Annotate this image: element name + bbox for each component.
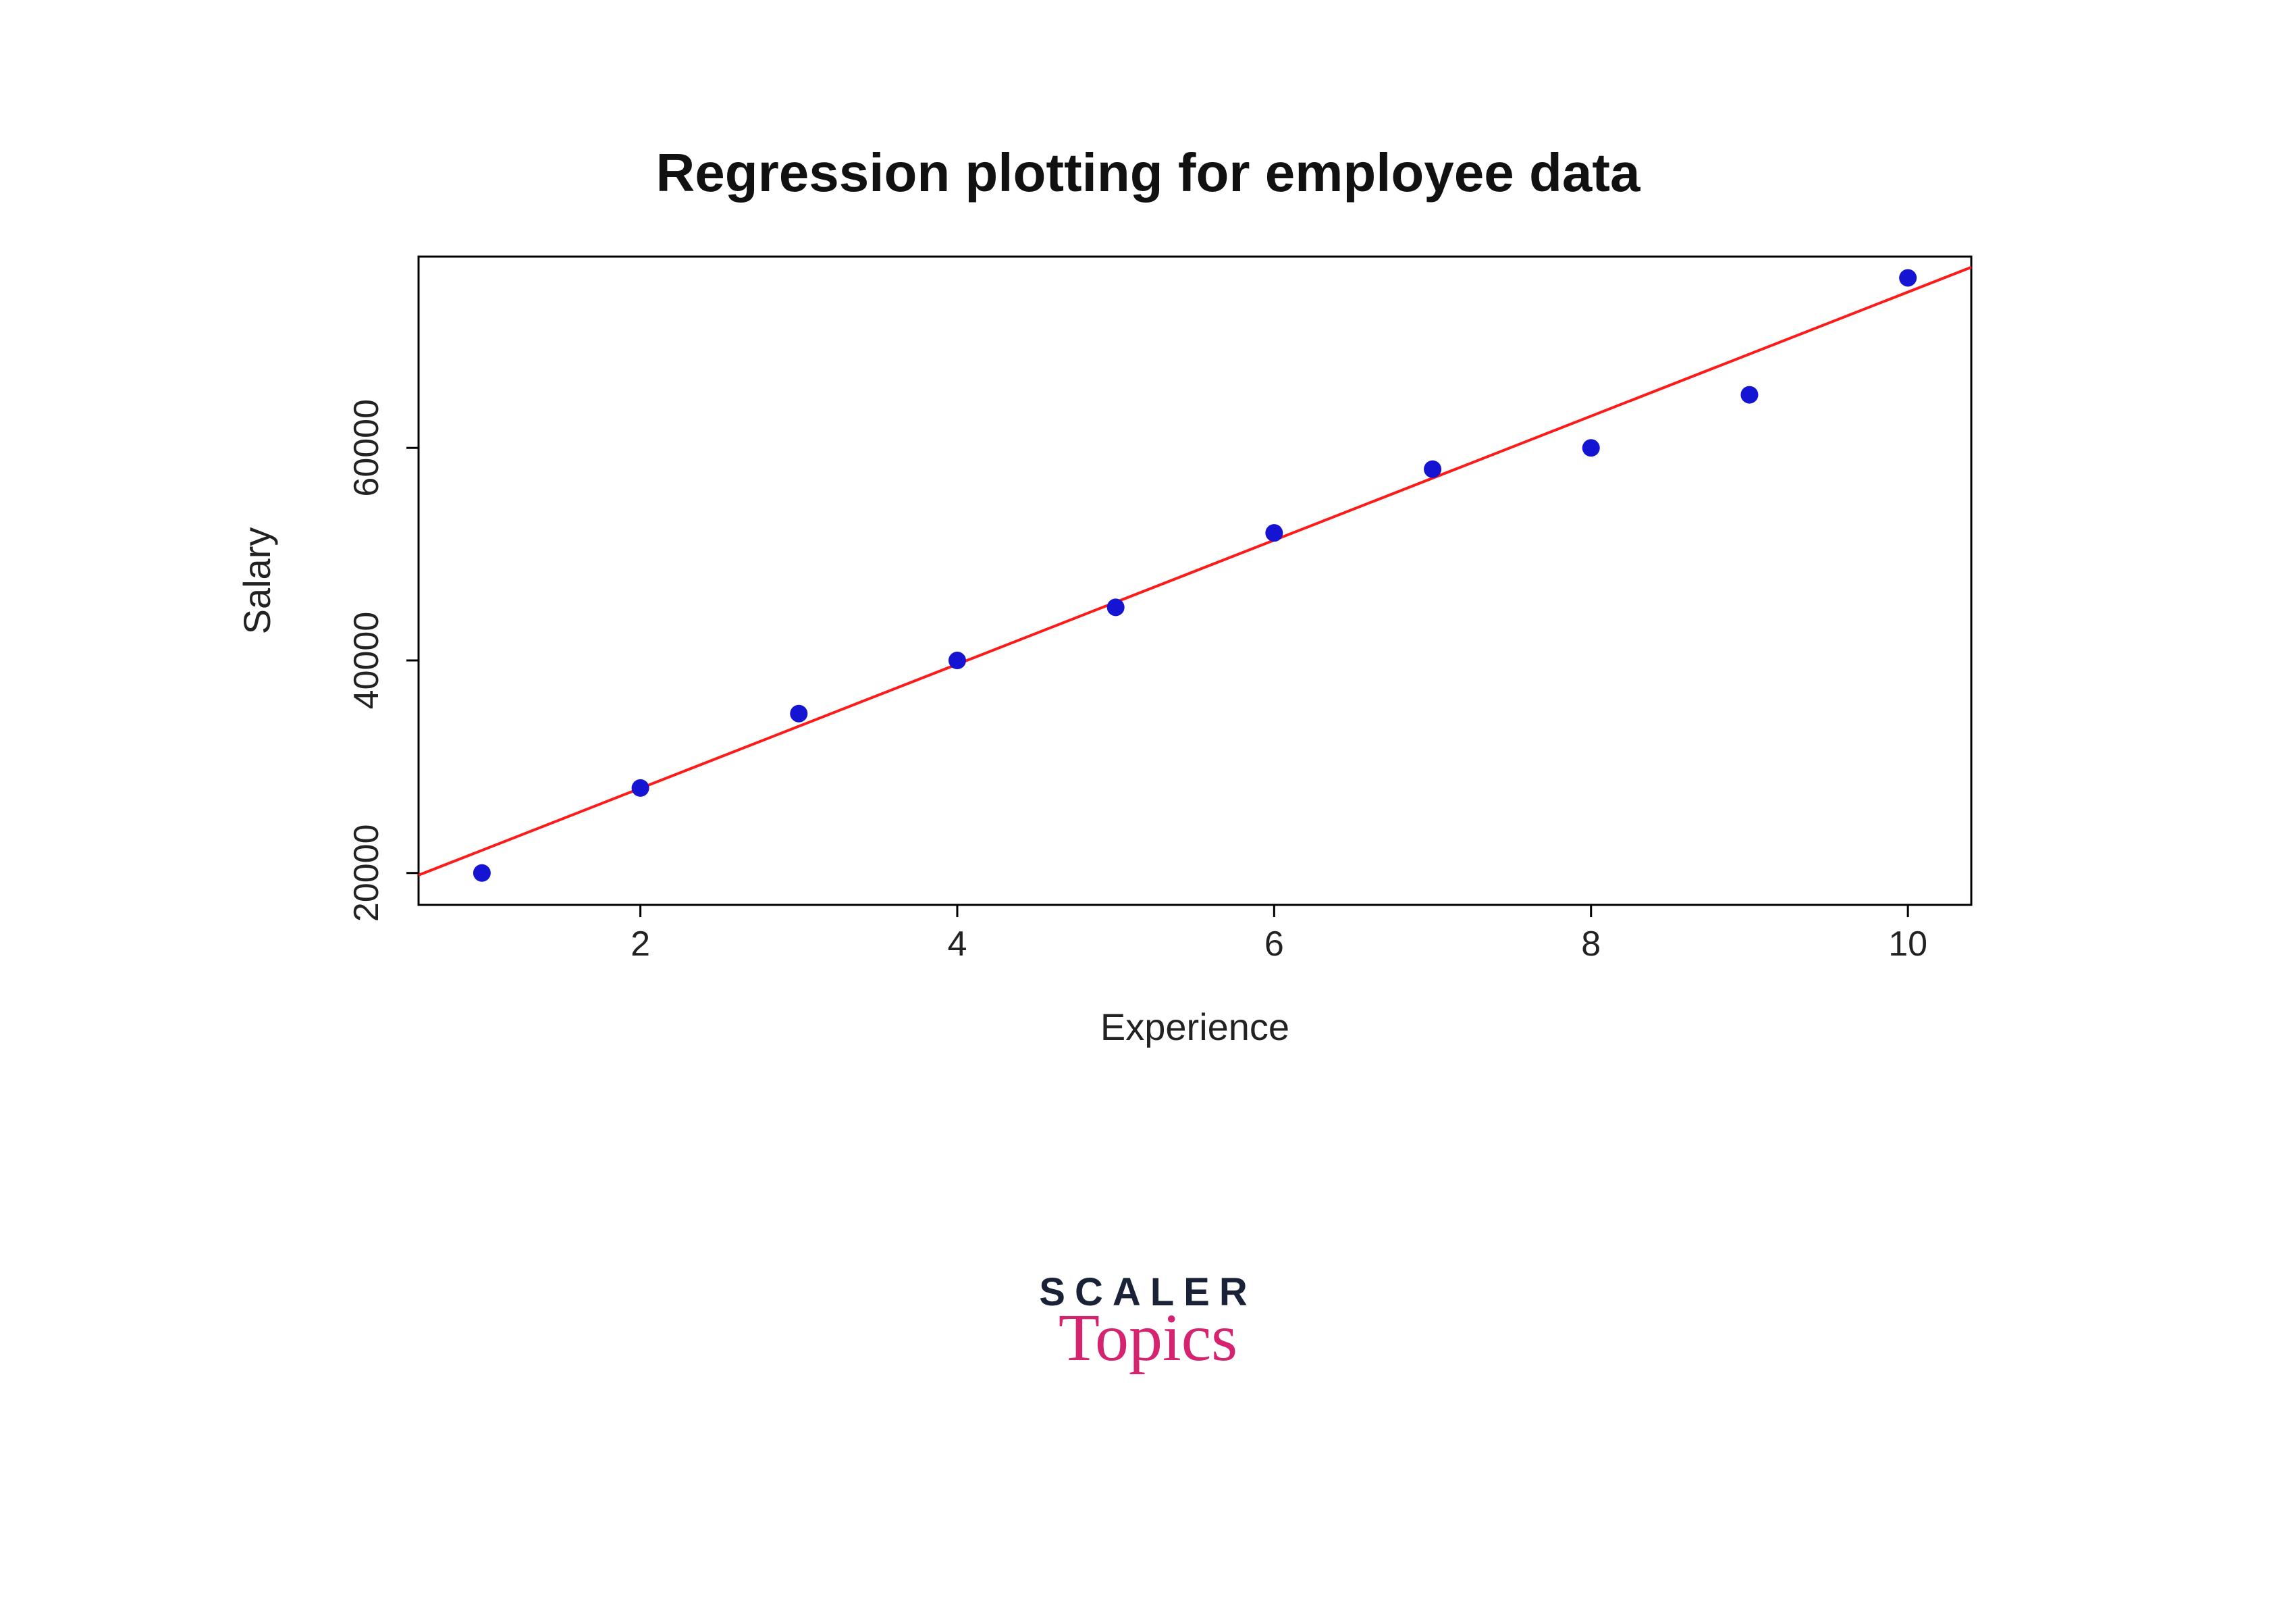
data-point — [1424, 461, 1441, 478]
scatter-chart: 2 4 6 8 10 20000 40000 60000 Experience Salary — [203, 243, 2025, 1094]
x-tick-label: 4 — [947, 924, 967, 964]
data-point — [1899, 269, 1917, 286]
page-root: Regression plotting for employee data 2 4… — [0, 0, 2296, 1618]
y-tick-label: 20000 — [347, 824, 386, 922]
data-point — [949, 652, 966, 669]
data-point — [790, 705, 807, 723]
x-tick-label: 6 — [1264, 924, 1284, 964]
logo-text-topics: Topics — [0, 1299, 2296, 1376]
x-tick-label: 2 — [631, 924, 650, 964]
data-point — [1265, 524, 1283, 542]
y-tick-label: 40000 — [347, 612, 386, 710]
plot-border — [419, 257, 1971, 905]
chart-title: Regression plotting for employee data — [0, 142, 2296, 204]
data-point — [632, 779, 649, 797]
x-tick-label: 8 — [1581, 924, 1601, 964]
x-axis-label: Experience — [1100, 1006, 1289, 1048]
chart-container: 2 4 6 8 10 20000 40000 60000 Experience Salary — [203, 243, 2025, 1094]
data-point — [1740, 386, 1758, 404]
y-tick-label: 60000 — [347, 399, 386, 497]
data-point — [1107, 598, 1125, 616]
brand-logo: SCALER Topics — [0, 1270, 2296, 1376]
x-tick-label: 10 — [1888, 924, 1927, 964]
data-point — [473, 864, 491, 882]
y-axis-label: Salary — [236, 527, 278, 635]
regression-line — [419, 267, 1971, 875]
data-point — [1582, 439, 1600, 456]
